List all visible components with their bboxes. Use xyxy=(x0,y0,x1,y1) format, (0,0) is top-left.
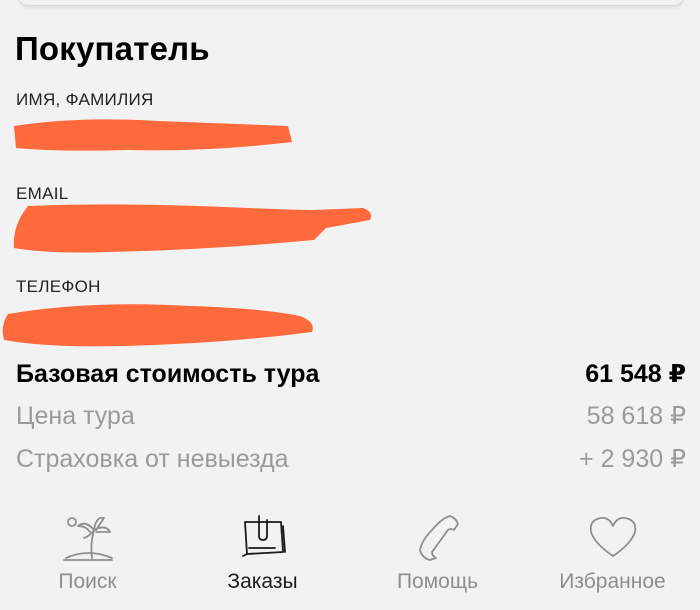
tour-price-label: Цена тура xyxy=(16,401,135,430)
insurance-price-value: + 2 930 ₽ xyxy=(579,445,686,473)
tab-search-label: Поиск xyxy=(58,570,117,593)
tab-favorites[interactable]: Избранное xyxy=(525,502,700,610)
clipboard-icon xyxy=(241,515,286,557)
previous-card-edge xyxy=(18,0,684,6)
base-price-value: 61 548 ₽ xyxy=(585,360,686,388)
tab-help-label: Помощь xyxy=(396,570,479,593)
insurance-price-row: Страховка от невыезда + 2 930 ₽ xyxy=(16,442,686,476)
tour-price-value: 58 618 ₽ xyxy=(586,402,686,430)
buyer-section-title: Покупатель xyxy=(15,30,210,67)
tab-search[interactable]: Поиск xyxy=(0,502,175,610)
tab-help[interactable]: Помощь xyxy=(350,502,525,610)
name-value-redaction xyxy=(14,119,292,151)
tab-favorites-label: Избранное xyxy=(559,570,666,593)
phone-icon xyxy=(418,515,459,561)
heart-icon xyxy=(589,517,636,557)
base-price-row: Базовая стоимость тура 61 548 ₽ xyxy=(16,357,686,391)
phone-field-label: ТЕЛЕФОН xyxy=(16,277,101,296)
insurance-price-label: Страховка от невыезда xyxy=(16,444,289,473)
email-value-redaction xyxy=(13,204,372,253)
bottom-tab-bar: Поиск Заказы Помощь Избранное xyxy=(0,502,700,610)
palm-island-icon xyxy=(62,516,113,561)
name-field-label: ИМЯ, ФАМИЛИЯ xyxy=(16,90,154,109)
base-price-label: Базовая стоимость тура xyxy=(16,359,320,388)
tab-orders[interactable]: Заказы xyxy=(175,502,350,610)
phone-value-redaction xyxy=(2,304,313,347)
tab-orders-label: Заказы xyxy=(227,570,298,593)
tour-price-row: Цена тура 58 618 ₽ xyxy=(16,399,686,433)
